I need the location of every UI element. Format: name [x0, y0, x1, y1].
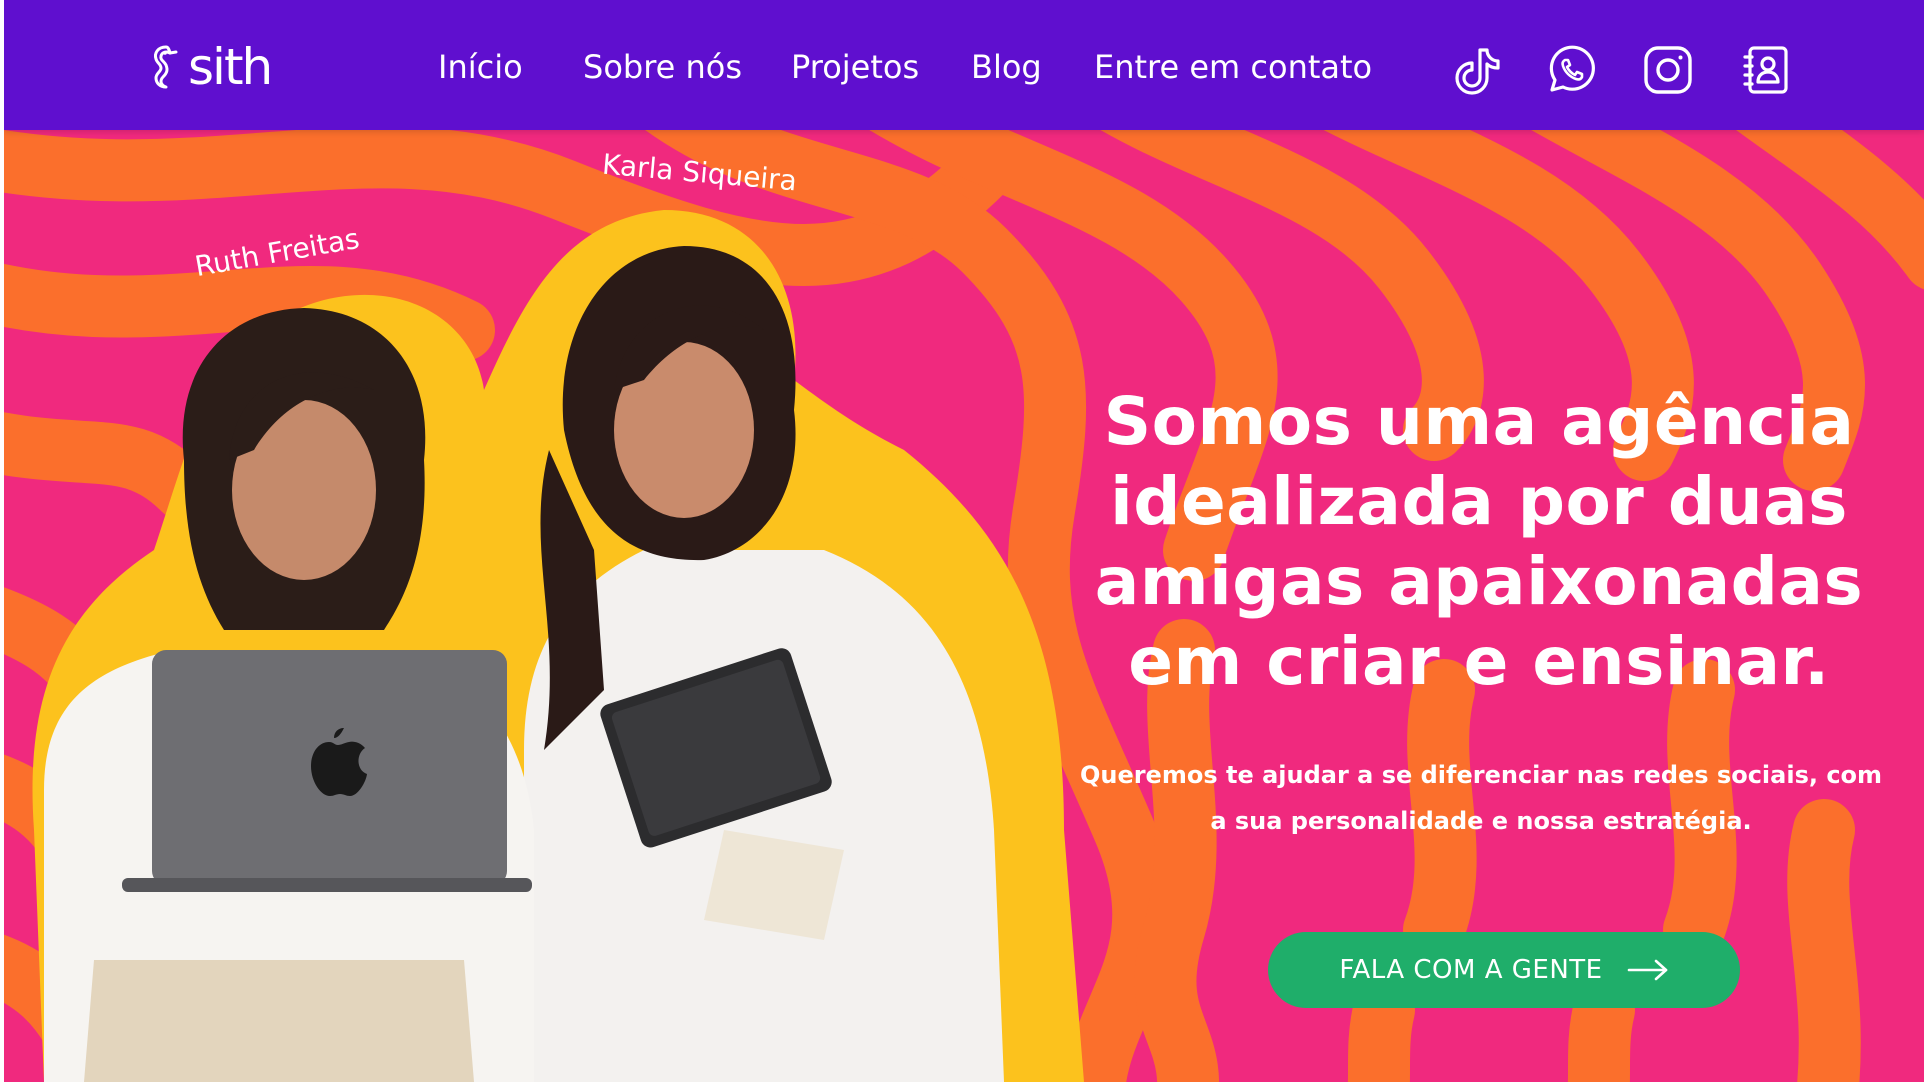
- nav-item-projetos[interactable]: Projetos: [791, 48, 919, 86]
- nav-item-inicio[interactable]: Início: [438, 48, 523, 86]
- whatsapp-icon[interactable]: [1544, 42, 1600, 98]
- contact-book-icon[interactable]: [1738, 42, 1794, 98]
- brand-logo[interactable]: sith: [146, 38, 273, 96]
- cta-label: FALA COM A GENTE: [1339, 955, 1603, 985]
- hero-section: Ruth Freitas Karla Siqueira Somos uma ag…: [4, 130, 1924, 1082]
- brand-wordmark: sith: [188, 38, 273, 96]
- arrow-right-icon: [1627, 959, 1667, 981]
- hero-subtext: Queremos te ajudar a se diferenciar nas …: [1079, 761, 1883, 835]
- instagram-icon[interactable]: [1640, 42, 1696, 98]
- nav-item-contato[interactable]: Entre em contato: [1094, 48, 1372, 86]
- hero-headline: Somos uma agência idealizada por duas am…: [1094, 383, 1864, 700]
- nav-item-sobre-nos[interactable]: Sobre nós: [583, 48, 742, 86]
- cta-fala-com-a-gente-button[interactable]: FALA COM A GENTE: [1268, 932, 1740, 1008]
- seahorse-logo-icon: [154, 45, 178, 89]
- tiktok-icon[interactable]: [1450, 42, 1506, 98]
- site-header: sith Início Sobre nós Projetos Blog Entr…: [4, 0, 1924, 130]
- page: sith Início Sobre nós Projetos Blog Entr…: [4, 0, 1924, 1082]
- founders-photo: [32, 210, 1084, 1082]
- nav-item-blog[interactable]: Blog: [971, 48, 1042, 86]
